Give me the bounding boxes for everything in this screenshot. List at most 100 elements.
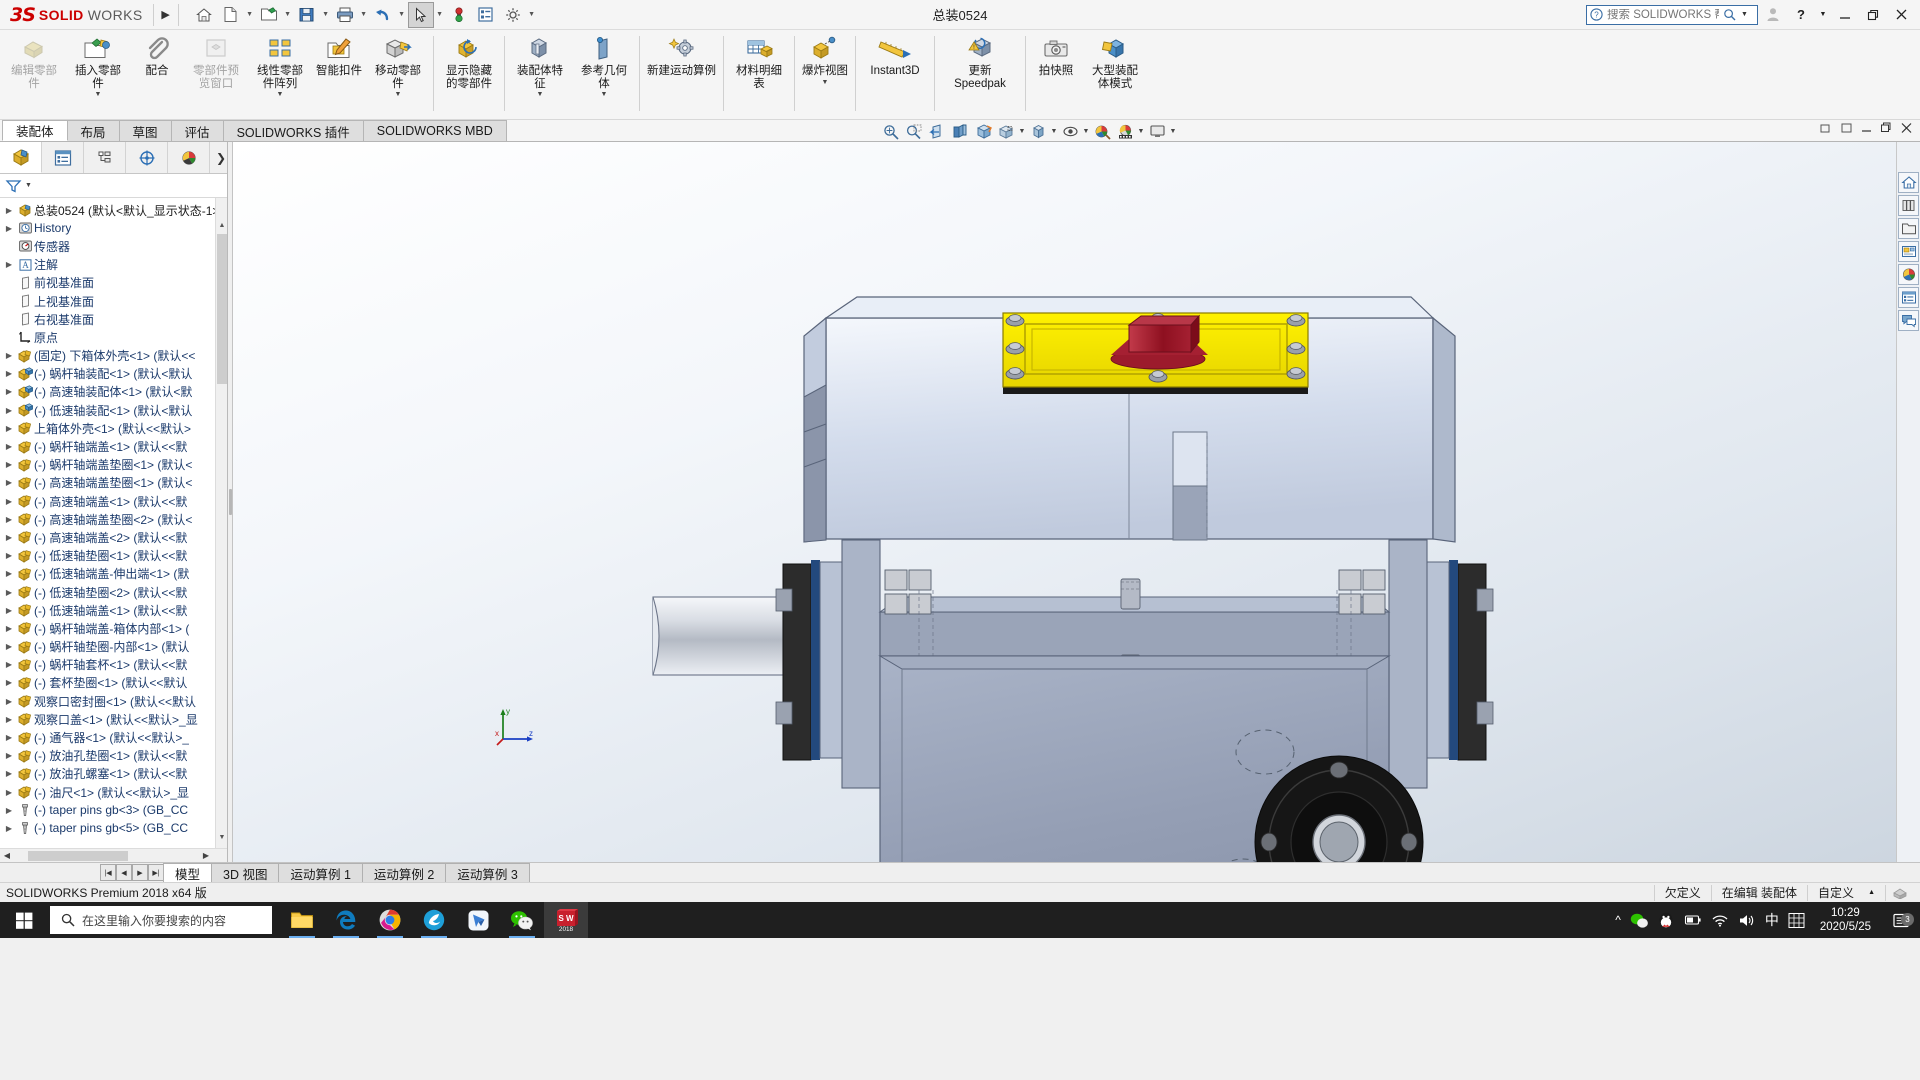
ribbon-dropdown-icon[interactable]: ▼ [537,91,544,98]
gear-icon[interactable] [500,2,526,28]
select-dropdown-icon[interactable]: ▼ [435,11,445,18]
options-list-icon[interactable] [473,2,499,28]
tab-assembly[interactable]: 装配体 [2,120,68,141]
network-tray-icon[interactable] [1711,913,1729,927]
bottom-tab-motion-study-3[interactable]: 运动算例 3 [445,863,529,882]
save-icon[interactable] [294,2,320,28]
tree-node[interactable]: ▶(-) 蜗杆轴垫圈-内部<1> (默认 [0,638,227,656]
action-center-icon[interactable]: 3 [1886,912,1916,929]
tree-expand-arrow[interactable]: ▶ [2,442,16,451]
hide-show-items-icon[interactable] [995,121,1017,142]
wechat-taskbar-icon[interactable] [500,902,544,938]
tab-solidworks-addins[interactable]: SOLIDWORKS 插件 [223,120,364,141]
custom-properties-icon[interactable] [1898,287,1919,308]
ime-chinese-icon[interactable]: 中 [1765,910,1779,930]
tree-node[interactable]: ▶(-) taper pins gb<3> (GB_CC [0,801,227,819]
help-search-input[interactable] [1607,9,1719,21]
view-settings-icon[interactable] [1146,121,1168,142]
tree-node[interactable]: 前视基准面 [0,274,227,292]
ribbon-exploded-view[interactable]: 爆炸视图 ▼ [798,30,852,119]
section-view-icon[interactable] [926,121,948,142]
apply-scene-dropdown-icon[interactable]: ▼ [1137,128,1145,135]
feature-tree-tab[interactable] [0,142,42,173]
tree-expand-arrow[interactable]: ▶ [2,497,16,506]
ribbon-component-preview[interactable]: 零部件预览窗口 [184,30,248,119]
restore-button[interactable] [1860,2,1886,28]
solidworks-forum-icon[interactable] [1898,310,1919,331]
display-style-icon[interactable] [972,121,994,142]
tree-node[interactable]: ▶观察口密封圈<1> (默认<<默认 [0,692,227,710]
status-units-dropdown-icon[interactable]: ▲ [1864,885,1885,901]
display-state-dropdown-icon[interactable]: ▼ [1050,128,1058,135]
tree-node[interactable]: ▶(-) 通气器<1> (默认<<默认>_ [0,728,227,746]
last-tab-button[interactable]: ▶| [148,864,164,881]
appearances-scenes-icon[interactable] [1898,264,1919,285]
undo-icon[interactable] [370,2,396,28]
scroll-up-arrow-icon[interactable]: ▲ [217,220,227,232]
taskbar-clock[interactable]: 10:29 2020/5/25 [1814,906,1877,934]
tree-node[interactable]: ▶(-) 放油孔垫圈<1> (默认<<默 [0,747,227,765]
tree-scroll-thumb[interactable] [217,234,227,384]
tree-expand-arrow[interactable]: ▶ [2,387,16,396]
ribbon-reference-geometry[interactable]: 参考几何体 ▼ [572,30,636,119]
tree-node[interactable]: ▶上箱体外壳<1> (默认<<默认> [0,419,227,437]
graphics-viewport[interactable]: y z x [233,142,1896,862]
undo-dropdown-icon[interactable]: ▼ [397,11,407,18]
menu-expand-arrow-icon[interactable]: ▶ [158,8,174,21]
tree-node[interactable]: ▶A注解 [0,256,227,274]
tree-expand-arrow[interactable]: ▶ [2,588,16,597]
show-hidden-icons-chevron[interactable]: ^ [1615,913,1621,927]
file-explorer-taskbar-icon[interactable] [280,902,324,938]
tree-expand-arrow[interactable]: ▶ [2,697,16,706]
tree-expand-arrow[interactable]: ▶ [2,678,16,687]
ribbon-smart-fasteners[interactable]: 智能扣件 [312,30,366,119]
view-settings-dropdown-icon[interactable]: ▼ [1169,128,1177,135]
select-cursor-icon[interactable] [408,2,434,28]
tree-node[interactable]: ▶(-) 低速轴装配<1> (默认<默认 [0,401,227,419]
tree-expand-arrow[interactable]: ▶ [2,224,16,233]
close-doc-button[interactable] [1898,122,1914,138]
tree-expand-arrow[interactable]: ▶ [2,806,16,815]
scroll-left-arrow-icon[interactable]: ◀ [0,849,14,863]
property-manager-tab[interactable] [42,142,84,173]
tree-node[interactable]: ▶(-) 套杯垫圈<1> (默认<<默认 [0,674,227,692]
tree-node[interactable]: ▶(-) 高速轴端盖垫圈<1> (默认< [0,474,227,492]
view-orientation-eye-icon[interactable] [1059,121,1081,142]
tree-root-node[interactable]: ▶ 总装0524 (默认<默认_显示状态-1> [0,201,227,219]
tree-expand-arrow[interactable]: ▶ [2,769,16,778]
ribbon-take-snapshot[interactable]: 拍快照 [1029,30,1083,119]
tree-expand-arrow[interactable]: ▶ [2,606,16,615]
design-library-icon[interactable] [1898,195,1919,216]
ribbon-large-assembly-mode[interactable]: 大型装配体模式 [1083,30,1147,119]
tree-node[interactable]: ▶(-) 低速轴垫圈<2> (默认<<默 [0,583,227,601]
tree-expand-arrow[interactable]: ▶ [2,715,16,724]
tree-node[interactable]: ▶(固定) 下箱体外壳<1> (默认<< [0,347,227,365]
display-manager-tab[interactable] [168,142,210,173]
close-button[interactable] [1888,2,1914,28]
tree-node[interactable]: ▶(-) 低速轴端盖-伸出端<1> (默 [0,565,227,583]
bottom-tab-3d-views[interactable]: 3D 视图 [211,863,279,882]
tree-expand-arrow[interactable]: ▶ [2,642,16,651]
tree-node[interactable]: 右视基准面 [0,310,227,328]
ribbon-mate[interactable]: 配合 [130,30,184,119]
bottom-tab-motion-study-2[interactable]: 运动算例 2 [362,863,446,882]
tree-expand-arrow[interactable]: ▶ [2,206,16,215]
tree-expand-arrow[interactable]: ▶ [2,424,16,433]
tree-expand-arrow[interactable]: ▶ [2,460,16,469]
options-dropdown-icon[interactable]: ▼ [527,11,537,18]
help-dropdown-icon[interactable]: ▼ [1741,11,1748,18]
tab-solidworks-mbd[interactable]: SOLIDWORKS MBD [363,120,507,141]
tree-node[interactable]: ▶(-) taper pins gb<5> (GB_CC [0,819,227,837]
tree-node[interactable]: ▶(-) 放油孔螺塞<1> (默认<<默 [0,765,227,783]
feature-tree-filter-bar[interactable]: ▼ [0,174,227,198]
print-dropdown-icon[interactable]: ▼ [359,11,369,18]
ribbon-show-hidden-components[interactable]: 显示隐藏的零部件 [437,30,501,119]
new-document-icon[interactable] [218,2,244,28]
next-tab-button[interactable]: ▶ [132,864,148,881]
status-custom-units[interactable]: 自定义 [1807,885,1864,901]
chrome-taskbar-icon[interactable] [368,902,412,938]
open-dropdown-icon[interactable]: ▼ [283,11,293,18]
tree-node[interactable]: ▶(-) 高速轴装配体<1> (默认<默 [0,383,227,401]
first-tab-button[interactable]: |◀ [100,864,116,881]
ribbon-edit-component[interactable]: 编辑零部件 [2,30,66,119]
